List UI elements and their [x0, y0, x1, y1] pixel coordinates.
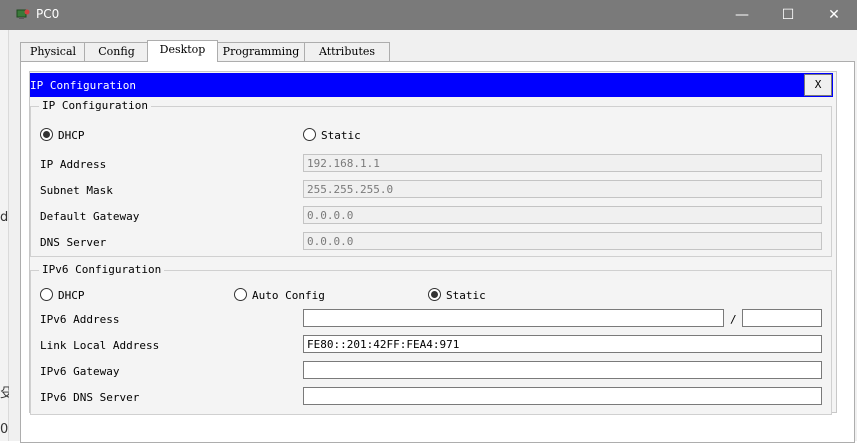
- tab-programming[interactable]: Programming: [216, 42, 306, 61]
- tab-label: Config: [98, 45, 135, 58]
- prefix-separator: /: [730, 313, 737, 326]
- ipv6-static-label: Static: [446, 289, 486, 302]
- minimize-icon: —: [735, 7, 749, 23]
- ipv4-static-label: Static: [321, 129, 361, 142]
- maximize-icon: ☐: [781, 7, 795, 23]
- packet-tracer-pc-icon: [16, 9, 30, 19]
- close-icon: X: [814, 78, 822, 91]
- ipv6-static-radio[interactable]: [428, 288, 441, 301]
- ipv6-address-label: IPv6 Address: [40, 313, 120, 326]
- tab-label: Programming: [222, 45, 300, 58]
- default-gateway-field[interactable]: 0.0.0.0: [303, 206, 822, 224]
- ipv6-prefix-length-field[interactable]: [742, 309, 822, 327]
- window-title: PC0: [36, 7, 60, 21]
- ipv4-dhcp-label: DHCP: [58, 129, 85, 142]
- ipv4-static-radio[interactable]: [303, 128, 316, 141]
- ipv6-dhcp-label: DHCP: [58, 289, 85, 302]
- tab-config[interactable]: Config: [84, 42, 149, 61]
- default-gateway-label: Default Gateway: [40, 210, 140, 223]
- ip-address-field[interactable]: 192.168.1.1: [303, 154, 822, 172]
- close-icon: ✕: [828, 7, 840, 23]
- ipv6-gateway-field[interactable]: [303, 361, 822, 379]
- background-text: d: [0, 210, 9, 225]
- dns-server-label: DNS Server: [40, 236, 107, 249]
- ipv4-group-title: IP Configuration: [39, 99, 151, 112]
- close-window-button[interactable]: ✕: [811, 0, 857, 30]
- ipv6-dns-server-label: IPv6 DNS Server: [40, 391, 140, 404]
- link-local-address-field[interactable]: FE80::201:42FF:FEA4:971: [303, 335, 822, 353]
- ipv6-gateway-label: IPv6 Gateway: [40, 365, 120, 378]
- background-window-edge: d 殳 0: [0, 30, 13, 441]
- tab-label: Attributes: [318, 45, 376, 58]
- ipv6-address-field[interactable]: [303, 309, 724, 327]
- ipv6-auto-config-radio[interactable]: [234, 288, 247, 301]
- ipv6-group-title: IPv6 Configuration: [39, 263, 165, 276]
- window-titlebar: PC0 — ☐ ✕: [0, 0, 857, 30]
- ipv4-dhcp-radio[interactable]: [40, 128, 53, 141]
- dns-server-field[interactable]: 0.0.0.0: [303, 232, 822, 250]
- background-text: 0: [0, 422, 9, 437]
- maximize-button[interactable]: ☐: [765, 0, 811, 30]
- link-local-address-label: Link Local Address: [40, 339, 160, 352]
- tab-physical[interactable]: Physical: [20, 42, 86, 61]
- tab-desktop[interactable]: Desktop: [147, 40, 218, 62]
- subnet-mask-label: Subnet Mask: [40, 184, 113, 197]
- ip-config-header: IP Configuration X: [30, 73, 833, 97]
- close-ip-config-button[interactable]: X: [804, 74, 832, 96]
- subnet-mask-field[interactable]: 255.255.255.0: [303, 180, 822, 198]
- ipv6-auto-config-label: Auto Config: [252, 289, 325, 302]
- minimize-button[interactable]: —: [719, 0, 765, 30]
- ip-address-label: IP Address: [40, 158, 107, 171]
- ipv6-dns-server-field[interactable]: [303, 387, 822, 405]
- tab-label: Desktop: [159, 43, 206, 56]
- ipv6-dhcp-radio[interactable]: [40, 288, 53, 301]
- ip-config-title: IP Configuration: [30, 79, 136, 92]
- tab-attributes[interactable]: Attributes: [304, 42, 390, 61]
- tab-label: Physical: [29, 45, 77, 58]
